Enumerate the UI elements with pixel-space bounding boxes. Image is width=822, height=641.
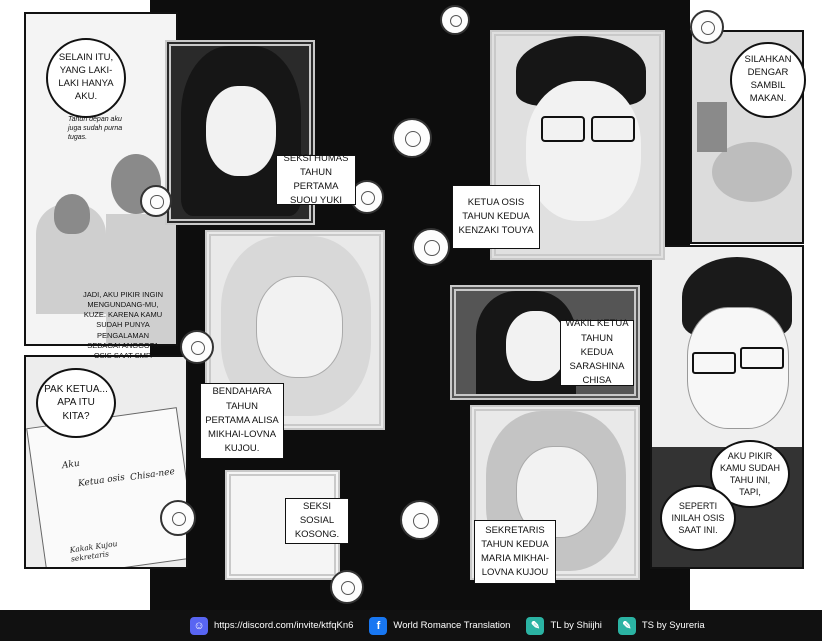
credit-icon: ✎	[617, 616, 636, 635]
manga-page: SELAIN ITU, YANG LAKI-LAKI HANYA AKU. Ta…	[0, 0, 822, 641]
discord-icon: ☺	[190, 616, 208, 635]
speech-bubble-text: JADI, AKU PIKIR INGIN MENGUNDANG-MU, KUZ…	[82, 290, 164, 360]
flower-decoration	[140, 185, 172, 217]
ts-credit: ✎ TS by Syureria	[617, 616, 705, 635]
flower-decoration	[330, 570, 364, 604]
tl-credit: ✎ TL by Shiijhi	[526, 616, 602, 635]
speech-bubble: SILAHKAN DENGAR SAMBIL MAKAN.	[730, 42, 806, 118]
flower-decoration	[400, 500, 440, 540]
credits-footer: ☺ https://discord.com/invite/ktfqKn6 f W…	[0, 610, 822, 641]
caption-box-alisa: BENDAHARA TAHUN PERTAMA ALISA MIKHAI-LOV…	[200, 383, 284, 459]
facebook-icon: f	[369, 616, 388, 635]
caption-box-yuki: SEKSI HUMAS TAHUN PERTAMA SUOU YUKI	[276, 153, 356, 206]
speech-bubble: SEPERTI INILAH OSIS SAAT INI.	[660, 485, 736, 551]
flower-decoration	[412, 228, 450, 266]
flower-decoration	[180, 330, 214, 364]
credit-icon: ✎	[526, 616, 545, 635]
flower-decoration	[392, 118, 432, 158]
flower-decoration	[690, 10, 724, 44]
speech-bubble: SELAIN ITU, YANG LAKI-LAKI HANYA AKU.	[46, 38, 126, 118]
caption-box-touya: KETUA OSIS TAHUN KEDUA KENZAKI TOUYA	[452, 185, 540, 249]
flower-decoration	[160, 500, 196, 536]
facebook-link[interactable]: f World Romance Translation	[369, 616, 510, 635]
discord-link[interactable]: ☺ https://discord.com/invite/ktfqKn6	[190, 616, 353, 635]
flower-decoration	[440, 5, 470, 35]
caption-box-sosial: SEKSI SOSIAL KOSONG.	[285, 498, 349, 544]
speech-bubble: PAK KETUA... APA ITU KITA?	[36, 368, 116, 438]
caption-box-maria: SEKRETARIS TAHUN KEDUA MARIA MIKHAI-LOVN…	[474, 520, 556, 584]
side-note: Tahun depan aku juga sudah purna tugas.	[68, 116, 123, 142]
caption-box-chisa: WAKIL KETUA TAHUN KEDUA SARASHINA CHISA	[560, 318, 634, 386]
